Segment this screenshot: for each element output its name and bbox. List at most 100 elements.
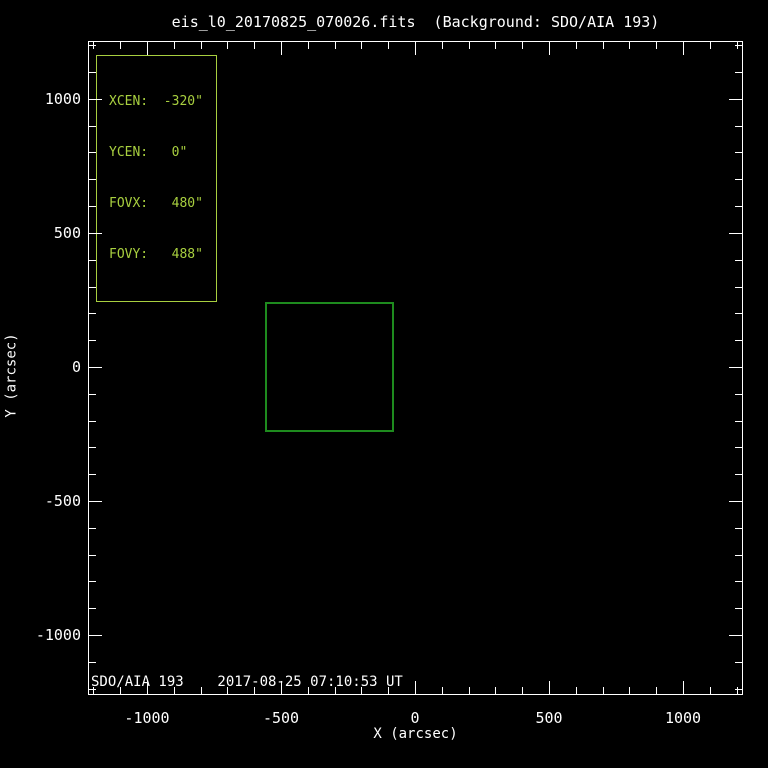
x-tick-label: 500 [535, 709, 563, 727]
y-minor-tick [89, 689, 96, 690]
x-tick-label: 0 [410, 709, 420, 727]
y-minor-tick [89, 260, 96, 261]
y-minor-tick [735, 528, 742, 529]
y-tick-label: 500 [53, 224, 81, 242]
y-minor-tick [735, 581, 742, 582]
y-minor-tick [89, 528, 96, 529]
x-minor-tick [201, 42, 202, 49]
y-minor-tick [89, 662, 96, 663]
x-minor-tick [442, 42, 443, 49]
y-minor-tick [89, 313, 96, 314]
fov-rectangle[interactable] [265, 302, 394, 432]
y-minor-tick [735, 555, 742, 556]
fov-info-box: XCEN: -320" YCEN: 0" FOVX: 480" FOVY: 48… [96, 55, 217, 302]
info-line-fovx: FOVX: 480" [109, 196, 203, 211]
x-major-tick [415, 42, 416, 55]
x-minor-tick [495, 687, 496, 694]
y-minor-tick [735, 126, 742, 127]
x-minor-tick [656, 42, 657, 49]
y-minor-tick [89, 581, 96, 582]
x-minor-tick [227, 687, 228, 694]
y-minor-tick [735, 394, 742, 395]
x-minor-tick [120, 687, 121, 694]
x-minor-tick [629, 42, 630, 49]
y-minor-tick [735, 152, 742, 153]
x-minor-tick [308, 687, 309, 694]
y-minor-tick [735, 206, 742, 207]
y-minor-tick [735, 421, 742, 422]
x-minor-tick [388, 687, 389, 694]
y-tick-label: -1000 [35, 626, 81, 644]
x-minor-tick [710, 42, 711, 49]
y-minor-tick [735, 72, 742, 73]
info-line-xcen: XCEN: -320" [109, 94, 203, 109]
y-major-tick [729, 99, 742, 100]
x-minor-tick [174, 42, 175, 49]
x-major-tick [549, 42, 550, 55]
y-minor-tick [735, 260, 742, 261]
y-minor-tick [89, 421, 96, 422]
y-minor-tick [735, 45, 742, 46]
x-minor-tick [254, 42, 255, 49]
y-minor-tick [89, 287, 96, 288]
x-major-tick [683, 42, 684, 55]
x-minor-tick [522, 42, 523, 49]
x-minor-tick [576, 687, 577, 694]
y-major-tick [89, 635, 102, 636]
y-minor-tick [89, 447, 96, 448]
info-line-fovy: FOVY: 488" [109, 247, 203, 262]
y-major-tick [89, 501, 102, 502]
y-minor-tick [89, 340, 96, 341]
y-minor-tick [735, 447, 742, 448]
y-major-tick [89, 233, 102, 234]
x-tick-label: -1000 [124, 709, 170, 727]
y-minor-tick [735, 474, 742, 475]
x-minor-tick [469, 687, 470, 694]
y-major-tick [729, 367, 742, 368]
y-minor-tick [89, 394, 96, 395]
x-tick-label: -500 [262, 709, 300, 727]
x-minor-tick [469, 42, 470, 49]
y-minor-tick [735, 179, 742, 180]
x-minor-tick [335, 42, 336, 49]
info-line-ycen: YCEN: 0" [109, 145, 188, 160]
x-major-tick [281, 681, 282, 694]
y-minor-tick [89, 206, 96, 207]
y-axis-label: Y (arcsec) [3, 333, 20, 418]
x-minor-tick [603, 687, 604, 694]
y-major-tick [729, 501, 742, 502]
y-minor-tick [89, 608, 96, 609]
x-major-tick [683, 681, 684, 694]
x-axis-label: X (arcsec) [373, 726, 458, 742]
x-minor-tick [174, 687, 175, 694]
y-major-tick [89, 367, 102, 368]
x-minor-tick [442, 687, 443, 694]
x-major-tick [147, 681, 148, 694]
y-major-tick [89, 99, 102, 100]
y-minor-tick [735, 313, 742, 314]
background-image-annotation: SDO/AIA 193 2017-08-25 07:10:53 UT [91, 674, 403, 690]
y-minor-tick [89, 72, 96, 73]
x-minor-tick [227, 42, 228, 49]
plot-title: eis_l0_20170825_070026.fits (Background:… [171, 13, 660, 31]
y-minor-tick [89, 179, 96, 180]
x-minor-tick [308, 42, 309, 49]
y-minor-tick [735, 662, 742, 663]
y-major-tick [729, 635, 742, 636]
y-minor-tick [89, 555, 96, 556]
x-minor-tick [361, 687, 362, 694]
y-tick-label: 0 [71, 358, 81, 376]
x-minor-tick [629, 687, 630, 694]
x-minor-tick [254, 687, 255, 694]
x-major-tick [415, 681, 416, 694]
y-tick-label: 1000 [44, 90, 81, 108]
x-tick-label: 1000 [664, 709, 702, 727]
y-major-tick [729, 233, 742, 234]
y-tick-label: -500 [44, 492, 81, 510]
x-minor-tick [710, 687, 711, 694]
x-minor-tick [120, 42, 121, 49]
x-minor-tick [603, 42, 604, 49]
x-major-tick [147, 42, 148, 55]
x-minor-tick [201, 687, 202, 694]
plot-area[interactable]: XCEN: -320" YCEN: 0" FOVX: 480" FOVY: 48… [36, 41, 743, 727]
